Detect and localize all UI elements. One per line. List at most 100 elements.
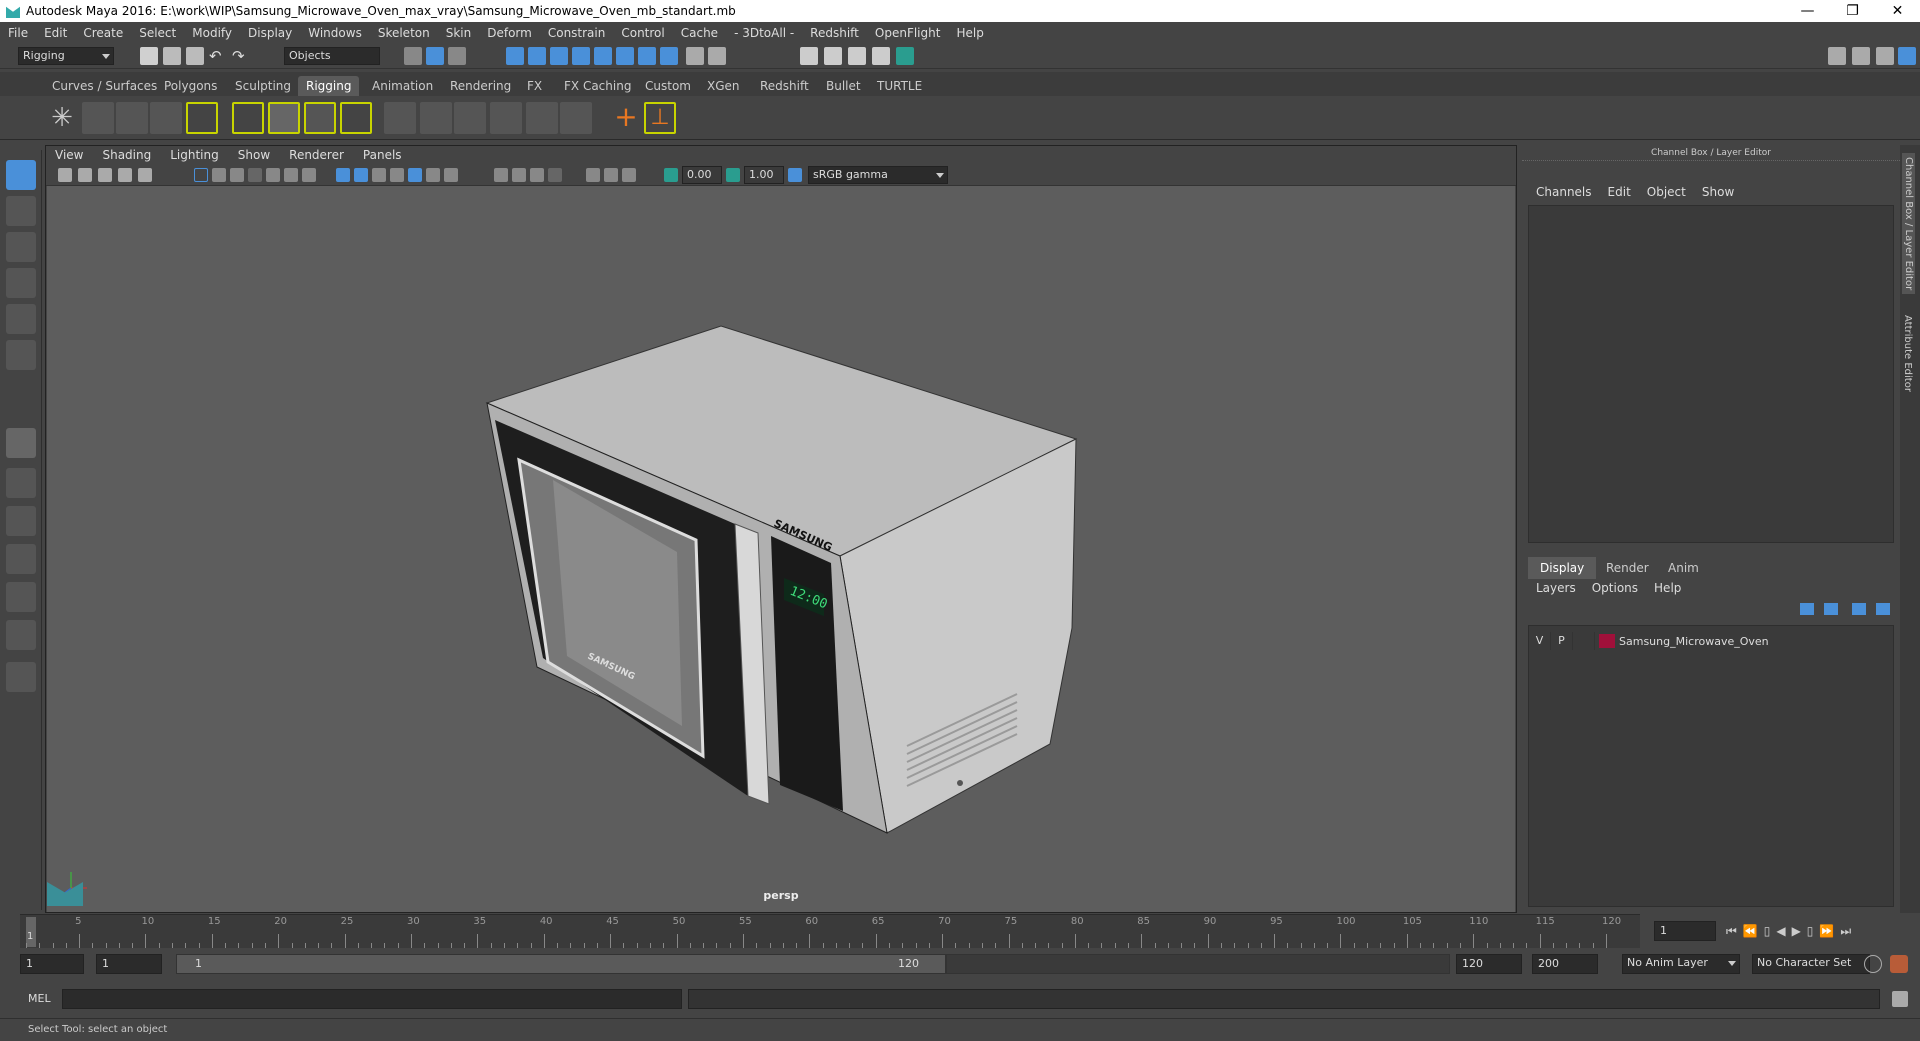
gamma-field[interactable]: 1.00 [744, 166, 784, 184]
range-slider[interactable]: 1 120 [176, 954, 946, 974]
menu-display[interactable]: Display [240, 26, 300, 40]
animation-start-field[interactable]: 1 [20, 954, 84, 974]
time-slider[interactable]: 1 5 10 15 20 25 30 35 40 45 50 55 60 65 70 75 80 85 90 95 1… [20, 914, 1640, 948]
isolate-select-icon[interactable] [548, 168, 562, 182]
layer-tab-render[interactable]: Render [1594, 557, 1661, 579]
menu-redshift[interactable]: Redshift [802, 26, 867, 40]
shelf-tab-fx[interactable]: FX [519, 76, 550, 96]
resolution-gate-icon[interactable] [230, 168, 244, 182]
render-frame-icon[interactable] [824, 47, 842, 65]
point-constraint-icon[interactable] [420, 102, 452, 134]
character-set-dropdown[interactable]: No Character Set [1752, 954, 1870, 974]
command-language-label[interactable]: MEL [28, 992, 51, 1005]
wireframe-on-shaded-icon[interactable] [372, 168, 386, 182]
lock-icon[interactable] [686, 47, 704, 65]
ik-spline-icon[interactable] [116, 102, 148, 134]
snap-help-icon[interactable] [660, 47, 678, 65]
snap-edge-icon[interactable] [638, 47, 656, 65]
open-scene-icon[interactable] [163, 47, 181, 65]
shelf-tab-redshift[interactable]: Redshift [752, 76, 817, 96]
ik-handle-icon[interactable] [82, 102, 114, 134]
shelf-tab-bullet[interactable]: Bullet [818, 76, 869, 96]
shelf-tab-turtle[interactable]: TURTLE [869, 76, 930, 96]
snap-grid-icon[interactable] [506, 47, 524, 65]
gate-mask-icon[interactable] [248, 168, 262, 182]
shelf-tab-xgen[interactable]: XGen [699, 76, 748, 96]
snap-point-icon[interactable] [550, 47, 568, 65]
move-layer-down-icon[interactable] [1824, 603, 1838, 615]
undo-icon[interactable]: ↶ [209, 47, 227, 65]
layer-tab-display[interactable]: Display [1528, 557, 1597, 579]
single-pane-layout-icon[interactable] [6, 428, 36, 458]
render-settings-icon[interactable] [872, 47, 890, 65]
vp-menu-shading[interactable]: Shading [93, 148, 161, 162]
aim-constraint-icon[interactable] [526, 102, 558, 134]
shelf-tab-curves-surfaces[interactable]: Curves / Surfaces [44, 76, 165, 96]
menu-skin[interactable]: Skin [438, 26, 480, 40]
safe-action-icon[interactable] [284, 168, 298, 182]
cb-menu-channels[interactable]: Channels [1528, 185, 1600, 199]
ipr-render-icon[interactable] [848, 47, 866, 65]
layer-playback-toggle[interactable]: P [1551, 632, 1573, 650]
outliner-toggle-icon[interactable] [1852, 47, 1870, 65]
four-pane-layout-icon[interactable] [6, 468, 36, 498]
image-plane-icon[interactable] [118, 168, 132, 182]
xray-joints-icon[interactable] [604, 168, 618, 182]
animation-end-field[interactable]: 200 [1532, 954, 1598, 974]
grid-toggle-icon[interactable] [194, 168, 208, 182]
grease-pencil-icon[interactable] [138, 168, 152, 182]
smooth-bind-icon[interactable] [268, 102, 300, 134]
layer-menu-layers[interactable]: Layers [1528, 581, 1584, 595]
smooth-shade-icon[interactable] [354, 168, 368, 182]
snap-curve-icon[interactable] [528, 47, 546, 65]
snap-live-icon[interactable] [594, 47, 612, 65]
shelf-tab-polygons[interactable]: Polygons [156, 76, 225, 96]
lattice-icon[interactable] [304, 102, 336, 134]
layer-menu-options[interactable]: Options [1584, 581, 1646, 595]
3d-viewport[interactable]: 12:00 SAMSUNG SAMSUNG persp [47, 186, 1515, 912]
selection-mode-dropdown[interactable]: Objects [284, 47, 380, 65]
playback-end-field[interactable]: 120 [1456, 954, 1522, 974]
shelf-tab-sculpting[interactable]: Sculpting [227, 76, 299, 96]
hypershade-icon[interactable] [896, 47, 914, 65]
camera-attributes-icon[interactable] [78, 168, 92, 182]
maximize-button[interactable]: ❐ [1830, 0, 1875, 22]
bookmark-icon[interactable] [98, 168, 112, 182]
use-lights-icon[interactable] [408, 168, 422, 182]
mirror-joint-icon[interactable] [186, 102, 218, 134]
layer-name[interactable]: Samsung_Microwave_Oven [1619, 635, 1769, 648]
render-view-icon[interactable] [800, 47, 818, 65]
layer-color-swatch[interactable] [1599, 634, 1615, 648]
shelf-tab-animation[interactable]: Animation [364, 76, 441, 96]
gamma-icon[interactable] [726, 168, 740, 182]
scale-tool-icon[interactable] [6, 340, 36, 370]
menu-edit[interactable]: Edit [36, 26, 75, 40]
persp-outliner-layout-icon[interactable] [6, 582, 36, 612]
camera-select-icon[interactable] [58, 168, 72, 182]
colorspace-dropdown[interactable]: sRGB gamma [808, 166, 948, 184]
layout-more-icon[interactable] [6, 662, 36, 692]
playback-buttons[interactable]: ⏮⏪▯◀▶▯⏩⏭ [1726, 924, 1857, 939]
insert-joint-icon[interactable] [150, 102, 182, 134]
side-tab-attribute-editor[interactable]: Attribute Editor [1902, 315, 1913, 392]
xray-components-icon[interactable] [622, 168, 636, 182]
select-component-icon[interactable] [448, 47, 466, 65]
side-by-side-layout-icon[interactable] [6, 506, 36, 536]
shelf-tab-custom[interactable]: Custom [637, 76, 699, 96]
field-chart-icon[interactable] [266, 168, 280, 182]
menu-control[interactable]: Control [613, 26, 672, 40]
locator-icon[interactable]: + [610, 102, 642, 134]
close-button[interactable]: ✕ [1875, 0, 1920, 22]
menu-select[interactable]: Select [131, 26, 184, 40]
vp-menu-show[interactable]: Show [229, 148, 280, 162]
cb-menu-show[interactable]: Show [1694, 185, 1742, 199]
color-management-icon[interactable] [788, 168, 802, 182]
layer-tab-anim[interactable]: Anim [1656, 557, 1711, 579]
current-frame-field[interactable]: 1 [1654, 921, 1716, 941]
lasso-tool-icon[interactable] [6, 196, 36, 226]
exposure-field[interactable]: 0.00 [682, 166, 722, 184]
new-scene-icon[interactable] [140, 47, 158, 65]
parent-constraint-icon[interactable] [384, 102, 416, 134]
range-slider-track[interactable] [946, 954, 1450, 974]
playback-start-field[interactable]: 1 [96, 954, 162, 974]
